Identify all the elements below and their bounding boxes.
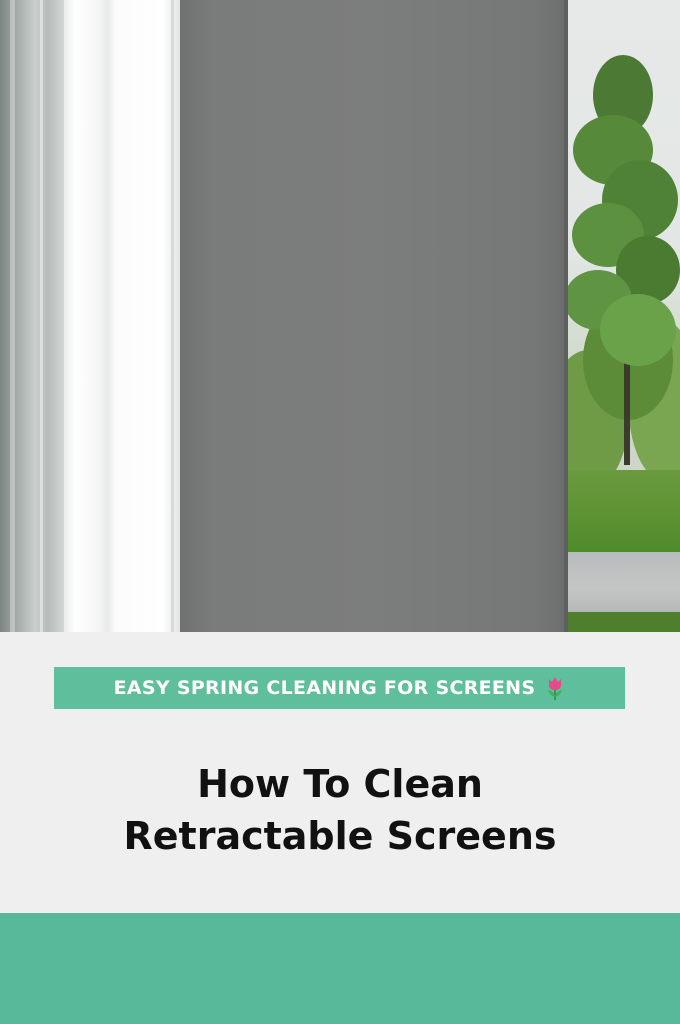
page-title: How To Clean Retractable Screens xyxy=(0,758,680,862)
lawn xyxy=(568,470,680,554)
title-line-1: How To Clean xyxy=(197,762,483,806)
tag-banner-text: EASY SPRING CLEANING FOR SCREENS xyxy=(113,677,536,699)
retractable-screen xyxy=(180,0,568,632)
door-glass xyxy=(0,0,64,632)
title-line-2: Retractable Screens xyxy=(123,814,557,858)
hero-photo xyxy=(0,0,680,632)
lawn-edge xyxy=(568,612,680,632)
tulip-icon xyxy=(545,675,565,701)
tag-banner: EASY SPRING CLEANING FOR SCREENS xyxy=(54,667,625,709)
outdoor-view xyxy=(568,0,680,632)
footer-band xyxy=(0,913,680,1024)
tree-illustration xyxy=(568,55,680,480)
door-frame xyxy=(64,0,180,632)
frame-groove xyxy=(171,0,174,632)
walkway xyxy=(568,552,680,614)
